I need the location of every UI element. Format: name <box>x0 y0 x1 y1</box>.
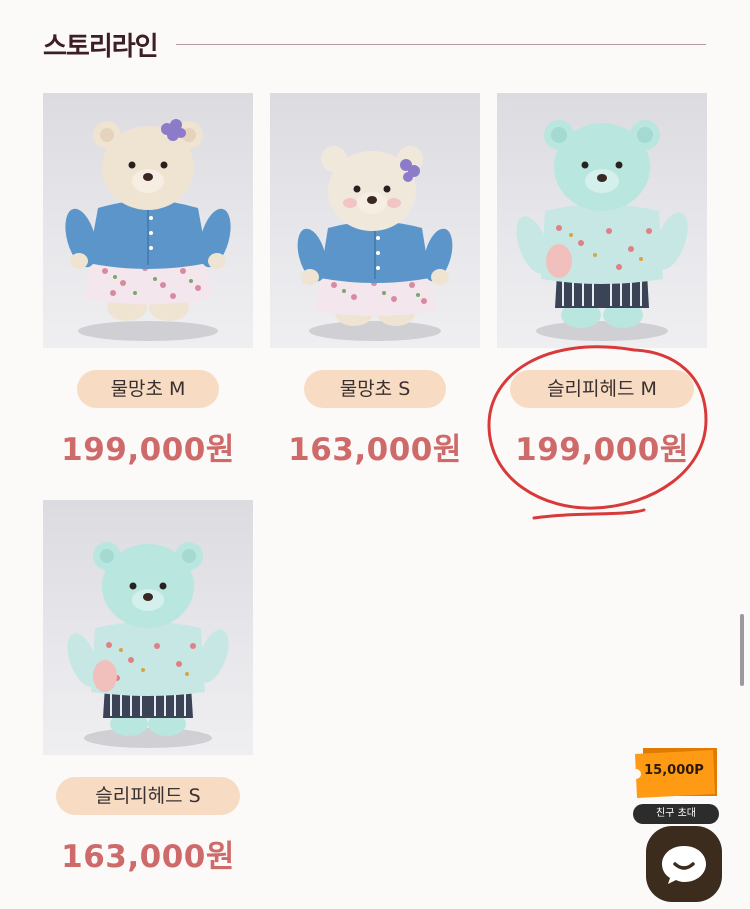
product-card[interactable]: 슬리피헤드 M 199,000원 <box>497 93 707 469</box>
product-image[interactable] <box>43 500 253 755</box>
cream-bear-illustration <box>65 119 231 341</box>
scrollbar-thumb[interactable] <box>740 614 744 686</box>
product-price: 163,000원 <box>61 839 235 875</box>
product-card[interactable]: 물망초 M 199,000원 <box>43 93 253 469</box>
product-card[interactable]: 물망초 S 163,000원 <box>270 93 480 469</box>
product-image[interactable] <box>43 93 253 348</box>
section-title: 스토리라인 <box>43 31 159 62</box>
points-ticket[interactable]: 15,000P <box>633 744 719 800</box>
product-name-badge: 슬리피헤드 M <box>510 370 694 408</box>
product-image[interactable] <box>270 93 480 348</box>
chat-button[interactable] <box>646 826 722 902</box>
chat-bubble-icon <box>662 846 706 884</box>
product-price: 199,000원 <box>515 432 689 468</box>
product-price: 163,000원 <box>288 432 462 468</box>
invite-friend-label[interactable]: 친구 초대 <box>633 804 719 824</box>
product-price: 199,000원 <box>61 432 235 468</box>
product-name-badge: 물망초 S <box>304 370 446 408</box>
mint-bear-small-illustration <box>67 542 229 748</box>
product-name-badge: 슬리피헤드 S <box>56 777 240 815</box>
product-image[interactable] <box>497 93 707 348</box>
cream-bear-small-illustration <box>297 146 453 341</box>
mint-bear-illustration <box>516 120 688 341</box>
friend-invite-widget[interactable]: 15,000P 친구 초대 <box>633 744 721 824</box>
section-header: 스토리라인 <box>43 24 706 64</box>
product-name-badge: 물망초 M <box>77 370 219 408</box>
product-card[interactable]: 슬리피헤드 S 163,000원 <box>43 500 253 876</box>
reward-points: 15,000P <box>644 763 704 778</box>
section-divider <box>175 43 706 45</box>
